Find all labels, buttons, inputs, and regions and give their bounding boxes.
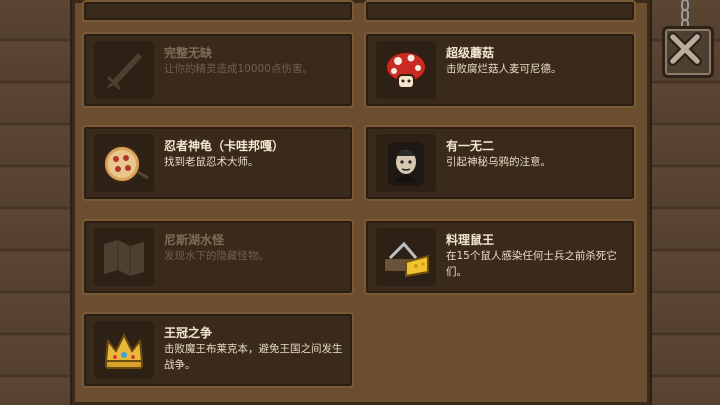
- achievement-title: 王冠之争: [164, 326, 213, 340]
- achievement-title: 超级蘑菇: [446, 46, 495, 60]
- achievement-card[interactable]: 忍者神龟（卡哇邦嘎） 找到老鼠忍术大师。: [82, 125, 354, 201]
- mushroom-icon: [376, 41, 436, 99]
- achievement-desc: 发现水下的隐藏怪物。: [164, 250, 269, 262]
- achievement-card-partial: [82, 0, 354, 22]
- achievement-desc: 击败腐烂菇人麦可尼德。: [446, 63, 562, 75]
- achievement-card[interactable]: 超级蘑菇 击败腐烂菇人麦可尼德。: [364, 32, 636, 108]
- achievement-desc: 找到老鼠忍术大师。: [164, 156, 259, 168]
- close-button[interactable]: [662, 26, 714, 78]
- achievements-board: 完整无缺 让你的精灵造成10000点伤害。 超级蘑菇 击败腐烂菇人麦可尼德。 忍…: [72, 0, 650, 405]
- achievement-card[interactable]: 完整无缺 让你的精灵造成10000点伤害。: [82, 32, 354, 108]
- achievement-card[interactable]: 料理鼠王 在15个鼠人感染任何士兵之前杀死它们。: [364, 219, 636, 295]
- achievement-desc: 引起神秘乌鸦的注意。: [446, 156, 551, 168]
- achievement-title: 忍者神龟（卡哇邦嘎）: [164, 139, 285, 153]
- poe-portrait-icon: [376, 134, 436, 192]
- close-icon: [668, 32, 702, 66]
- achievement-desc: 在15个鼠人感染任何士兵之前杀死它们。: [446, 250, 617, 278]
- achievement-title: 有一无二: [446, 139, 495, 153]
- achievement-card[interactable]: 尼斯湖水怪 发现水下的隐藏怪物。: [82, 219, 354, 295]
- pizza-icon: [94, 134, 154, 192]
- sword-icon: [94, 41, 154, 99]
- cheese-trap-icon: [376, 228, 436, 286]
- achievement-card-partial: [364, 0, 636, 22]
- achievement-title: 完整无缺: [164, 46, 213, 60]
- achievement-desc: 击败魔王布莱克本，避免王国之间发生战争。: [164, 343, 343, 371]
- achievement-title: 料理鼠王: [446, 233, 495, 247]
- achievement-title: 尼斯湖水怪: [164, 233, 225, 247]
- achievement-card[interactable]: 王冠之争 击败魔王布莱克本，避免王国之间发生战争。: [82, 312, 354, 388]
- left-wall: [0, 0, 72, 405]
- crown-icon: [94, 321, 154, 379]
- chain-icon: [681, 0, 689, 28]
- achievement-desc: 让你的精灵造成10000点伤害。: [164, 63, 313, 75]
- map-icon: [94, 228, 154, 286]
- achievement-card[interactable]: 有一无二 引起神秘乌鸦的注意。: [364, 125, 636, 201]
